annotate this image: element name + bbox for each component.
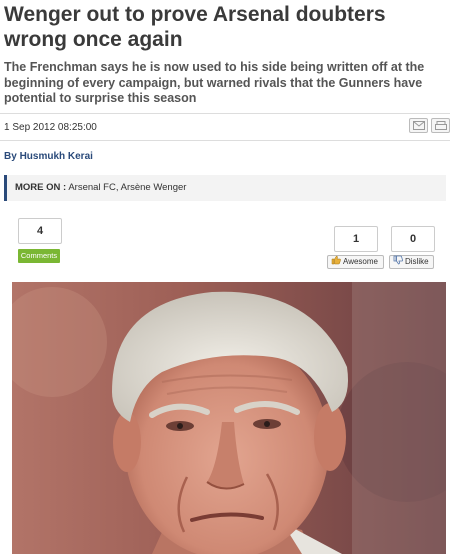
thumbs-down-icon bbox=[393, 255, 403, 270]
share-icons bbox=[409, 118, 450, 133]
more-on-link-wenger[interactable]: Arsène Wenger bbox=[121, 182, 187, 193]
print-icon[interactable] bbox=[431, 118, 450, 133]
more-on-bar: MORE ON : Arsenal FC, Arsène Wenger bbox=[4, 175, 446, 201]
divider bbox=[0, 113, 450, 114]
dislike-count: 0 bbox=[391, 226, 435, 252]
awesome-label: Awesome bbox=[343, 257, 378, 266]
dislike-label: Dislike bbox=[405, 257, 429, 266]
article-photo bbox=[12, 282, 446, 554]
article-headline: Wenger out to prove Arsenal doubters wro… bbox=[4, 3, 386, 51]
dislike-button[interactable]: Dislike bbox=[389, 255, 434, 269]
comments-button[interactable]: Comments bbox=[18, 249, 60, 263]
divider bbox=[0, 140, 450, 141]
email-icon[interactable] bbox=[409, 118, 428, 133]
awesome-button[interactable]: Awesome bbox=[327, 255, 384, 269]
publish-date: 1 Sep 2012 08:25:00 bbox=[4, 122, 97, 133]
thumbs-up-icon bbox=[331, 255, 341, 270]
more-on-link-arsenal[interactable]: Arsenal FC bbox=[68, 182, 116, 193]
comment-count: 4 bbox=[18, 218, 62, 244]
more-on-label: MORE ON : bbox=[15, 182, 67, 193]
byline-prefix: By bbox=[4, 151, 20, 162]
author-link[interactable]: Husmukh Kerai bbox=[20, 151, 93, 162]
awesome-count: 1 bbox=[334, 226, 378, 252]
byline: By Husmukh Kerai bbox=[4, 151, 93, 162]
article-standfirst: The Frenchman says he is now used to his… bbox=[4, 60, 425, 105]
